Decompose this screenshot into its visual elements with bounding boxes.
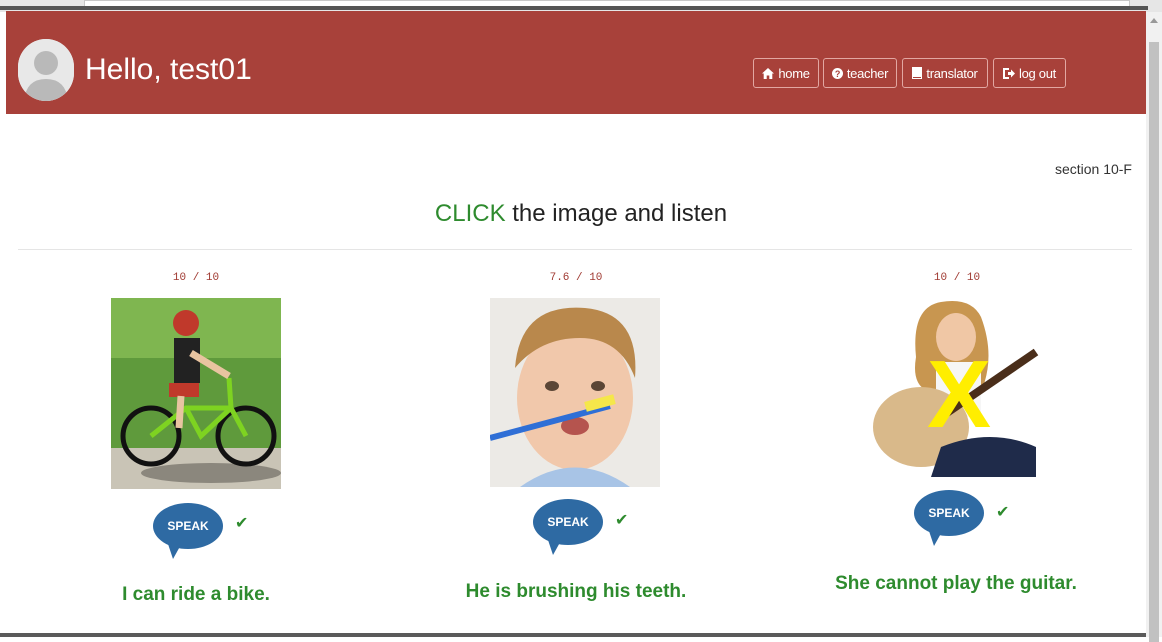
bike-image[interactable] — [111, 298, 281, 489]
speak-bubble: SPEAK — [914, 490, 984, 536]
guitar-image[interactable]: X — [871, 297, 1041, 477]
scrollbar-thumb[interactable] — [1149, 42, 1159, 642]
bottom-border — [0, 633, 1146, 637]
page-scrollbar[interactable] — [1146, 12, 1162, 642]
speak-bubble: SPEAK — [153, 503, 223, 549]
scroll-up-icon[interactable] — [1150, 18, 1158, 23]
app-header: Hello, test01 home ? teacher translator … — [6, 11, 1146, 114]
sentence-text: I can ride a bike. — [122, 584, 270, 605]
check-icon: ✔ — [235, 515, 249, 532]
teacher-label: teacher — [846, 65, 889, 81]
top-tab-frame — [84, 0, 1130, 6]
home-button[interactable]: home — [753, 58, 819, 88]
check-icon: ✔ — [996, 504, 1010, 521]
user-silhouette-icon — [18, 39, 74, 101]
svg-text:?: ? — [835, 69, 840, 79]
divider — [18, 249, 1132, 250]
speak-bubble: SPEAK — [533, 499, 603, 545]
brushing-teeth-picture — [490, 298, 660, 487]
heading-action-word: CLICK — [434, 200, 506, 227]
check-icon: ✔ — [615, 512, 629, 529]
section-label: section 10-F — [1054, 161, 1132, 177]
logout-label: log out — [1019, 65, 1056, 81]
score-label: 10 / 10 — [172, 272, 220, 284]
book-icon — [912, 67, 923, 79]
translator-label: translator — [926, 65, 978, 81]
brushing-teeth-image[interactable] — [490, 298, 660, 487]
x-mark-icon: X — [926, 341, 992, 448]
teacher-button[interactable]: ? teacher — [823, 58, 897, 88]
speak-button[interactable]: SPEAK — [533, 499, 603, 557]
score-label: 7.6 / 10 — [549, 272, 603, 284]
top-dark-bar — [0, 6, 1148, 10]
speak-button[interactable]: SPEAK — [914, 490, 984, 548]
home-icon — [762, 67, 775, 79]
page-heading: CLICK the image and listen — [0, 200, 1162, 228]
heading-rest: the image and listen — [505, 200, 728, 227]
question-icon: ? — [831, 67, 843, 79]
sentence-text: He is brushing his teeth. — [465, 581, 687, 602]
translator-button[interactable]: translator — [902, 58, 988, 88]
speak-button[interactable]: SPEAK — [153, 503, 223, 561]
bike-picture — [111, 298, 281, 489]
avatar[interactable] — [18, 39, 74, 101]
sentence-text: She cannot play the guitar. — [835, 573, 1077, 594]
score-label: 10 / 10 — [933, 272, 981, 284]
greeting-text: Hello, test01 — [85, 53, 252, 86]
logout-icon — [1003, 67, 1016, 79]
home-label: home — [778, 65, 810, 81]
logout-button[interactable]: log out — [993, 58, 1066, 88]
